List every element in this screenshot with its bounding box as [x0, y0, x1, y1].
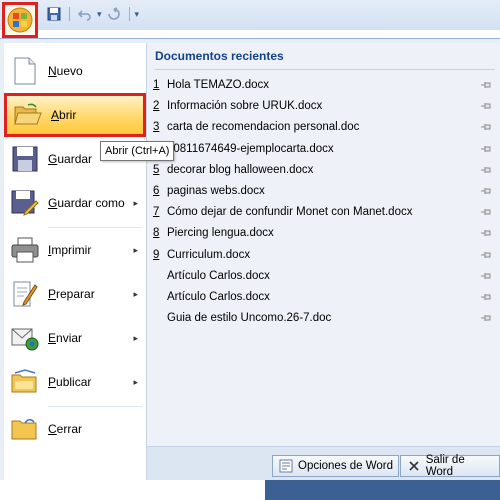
exit-word-label: Salir de Word [425, 454, 465, 478]
undo-icon[interactable] [75, 5, 95, 23]
recent-document-item[interactable]: 5 decorar blog halloween.docx [153, 160, 493, 180]
close-icon [406, 458, 422, 474]
save-icon[interactable] [44, 5, 64, 23]
menu-item-cerrar[interactable]: Cerrar [4, 407, 146, 451]
pin-icon[interactable] [479, 120, 493, 134]
options-icon [278, 458, 294, 474]
recent-document-name: Piercing lengua.docx [167, 227, 274, 240]
submenu-arrow-icon: ▸ [133, 376, 138, 387]
recent-document-name: Guia de estilo Uncomo.26-7.doc [167, 312, 332, 325]
recent-document-name: carta de recomendacion personal.doc [167, 121, 360, 134]
menu-commands-pane: Nuevo Abrir Guardar Guardar como ▸ Impri… [4, 43, 147, 481]
pin-icon[interactable] [479, 269, 493, 283]
new-document-icon [10, 56, 40, 86]
menu-item-label: Guardar como [48, 196, 125, 210]
quick-access-toolbar: ▾ ▾ [44, 4, 139, 24]
menu-item-label: Enviar [48, 331, 83, 345]
recent-document-name: paginas webs.docx [167, 185, 265, 197]
pin-icon[interactable] [479, 248, 493, 262]
recent-document-name: Información sobre URUK.docx [167, 100, 323, 113]
recent-document-item[interactable]: Artículo Carlos.docx [153, 266, 493, 286]
print-icon [10, 235, 40, 265]
pin-icon[interactable] [479, 184, 493, 198]
recent-document-name: Cómo dejar de confundir Monet con Manet.… [167, 206, 413, 219]
redo-icon[interactable] [104, 5, 124, 23]
customize-icon[interactable]: ▾ [135, 9, 140, 20]
office-logo-icon [7, 7, 33, 33]
menu-item-nuevo[interactable]: Nuevo [4, 49, 146, 93]
qat-separator [128, 7, 130, 21]
menu-item-guardar-como[interactable]: Guardar como ▸ [4, 181, 146, 225]
recent-document-item[interactable]: 3 carta de recomendacion personal.doc [153, 117, 493, 137]
menu-item-preparar[interactable]: Preparar ▸ [4, 272, 146, 316]
menu-item-label: Preparar [48, 287, 95, 301]
recent-document-number: 1 [153, 79, 160, 91]
submenu-arrow-icon: ▸ [133, 288, 138, 299]
recent-document-number: 8 [153, 227, 160, 240]
menu-item-label: Guardar [48, 152, 93, 166]
menu-item-imprimir[interactable]: Imprimir ▸ [4, 228, 146, 272]
submenu-arrow-icon: ▸ [133, 244, 138, 255]
menu-item-enviar[interactable]: Enviar ▸ [4, 316, 146, 360]
recent-document-name: Curriculum.docx [167, 248, 251, 261]
pin-icon[interactable] [479, 163, 493, 177]
menu-footer: Opciones de Word Salir de Word [147, 446, 500, 482]
recent-document-item[interactable]: 1 Hola TEMAZO.docx [153, 75, 493, 95]
recent-document-number: 5 [153, 163, 160, 176]
taskbar-strip [265, 480, 500, 500]
recent-document-number: 2 [153, 100, 160, 113]
recent-document-name: decorar blog halloween.docx [167, 163, 314, 176]
recent-document-name: 20811674649-ejemplocarta.docx [167, 142, 334, 155]
pin-icon[interactable] [479, 205, 493, 219]
recent-document-name: Artículo Carlos.docx [167, 269, 270, 282]
menu-item-label: Imprimir [48, 243, 92, 257]
recent-document-item[interactable]: Guia de estilo Uncomo.26-7.doc [153, 308, 493, 328]
word-options-label: Opciones de Word [298, 460, 394, 472]
send-icon [10, 323, 40, 353]
undo-dropdown-icon[interactable]: ▾ [97, 9, 102, 20]
recent-document-item[interactable]: 6 paginas webs.docx [153, 181, 493, 201]
recent-document-item[interactable]: Artículo Carlos.docx [153, 287, 493, 307]
submenu-arrow-icon: ▸ [133, 197, 138, 208]
pin-icon[interactable] [479, 226, 493, 240]
menu-item-label: Abrir [51, 108, 77, 122]
publish-icon [10, 367, 40, 397]
pin-icon[interactable] [479, 142, 493, 156]
recent-document-number: 9 [153, 248, 160, 261]
pin-icon[interactable] [479, 99, 493, 113]
tooltip: Abrir (Ctrl+A) [100, 141, 175, 161]
open-folder-icon [13, 100, 43, 130]
recent-document-number: 6 [153, 185, 160, 197]
pin-icon[interactable] [479, 78, 493, 92]
save-icon [10, 144, 40, 174]
submenu-arrow-icon: ▸ [133, 332, 138, 343]
recent-document-name: Hola TEMAZO.docx [167, 79, 270, 91]
title-bar: ▾ ▾ [0, 0, 500, 30]
recent-document-number: 3 [153, 121, 160, 134]
save-as-icon [10, 188, 40, 218]
recent-document-item[interactable]: 420811674649-ejemplocarta.docx [153, 139, 493, 159]
prepare-icon [10, 279, 40, 309]
recent-document-item[interactable]: 2 Información sobre URUK.docx [153, 96, 493, 116]
recent-document-number: 7 [153, 206, 160, 219]
close-folder-icon [10, 414, 40, 444]
pin-icon[interactable] [479, 290, 493, 304]
word-options-button[interactable]: Opciones de Word [272, 455, 400, 477]
recent-document-item[interactable]: 9 Curriculum.docx [153, 245, 493, 265]
menu-item-publicar[interactable]: Publicar ▸ [4, 360, 146, 404]
recent-documents-title: Documentos recientes [155, 49, 495, 70]
menu-item-abrir[interactable]: Abrir [4, 93, 146, 137]
office-button[interactable] [2, 2, 38, 38]
menu-item-label: Publicar [48, 375, 92, 389]
pin-icon[interactable] [479, 311, 493, 325]
recent-document-item[interactable]: 7 Cómo dejar de confundir Monet con Manet… [153, 202, 493, 222]
recent-document-item[interactable]: 8 Piercing lengua.docx [153, 223, 493, 243]
exit-word-button[interactable]: Salir de Word [400, 454, 500, 478]
menu-item-label: Nuevo [48, 64, 83, 78]
qat-separator [69, 7, 70, 21]
recent-document-name: Artículo Carlos.docx [167, 291, 270, 303]
menu-item-label: Cerrar [48, 422, 83, 436]
office-menu: Nuevo Abrir Guardar Guardar como ▸ Impri… [0, 38, 500, 482]
recent-documents-pane: Documentos recientes 1 Hola TEMAZO.docx 2 I… [147, 43, 500, 446]
